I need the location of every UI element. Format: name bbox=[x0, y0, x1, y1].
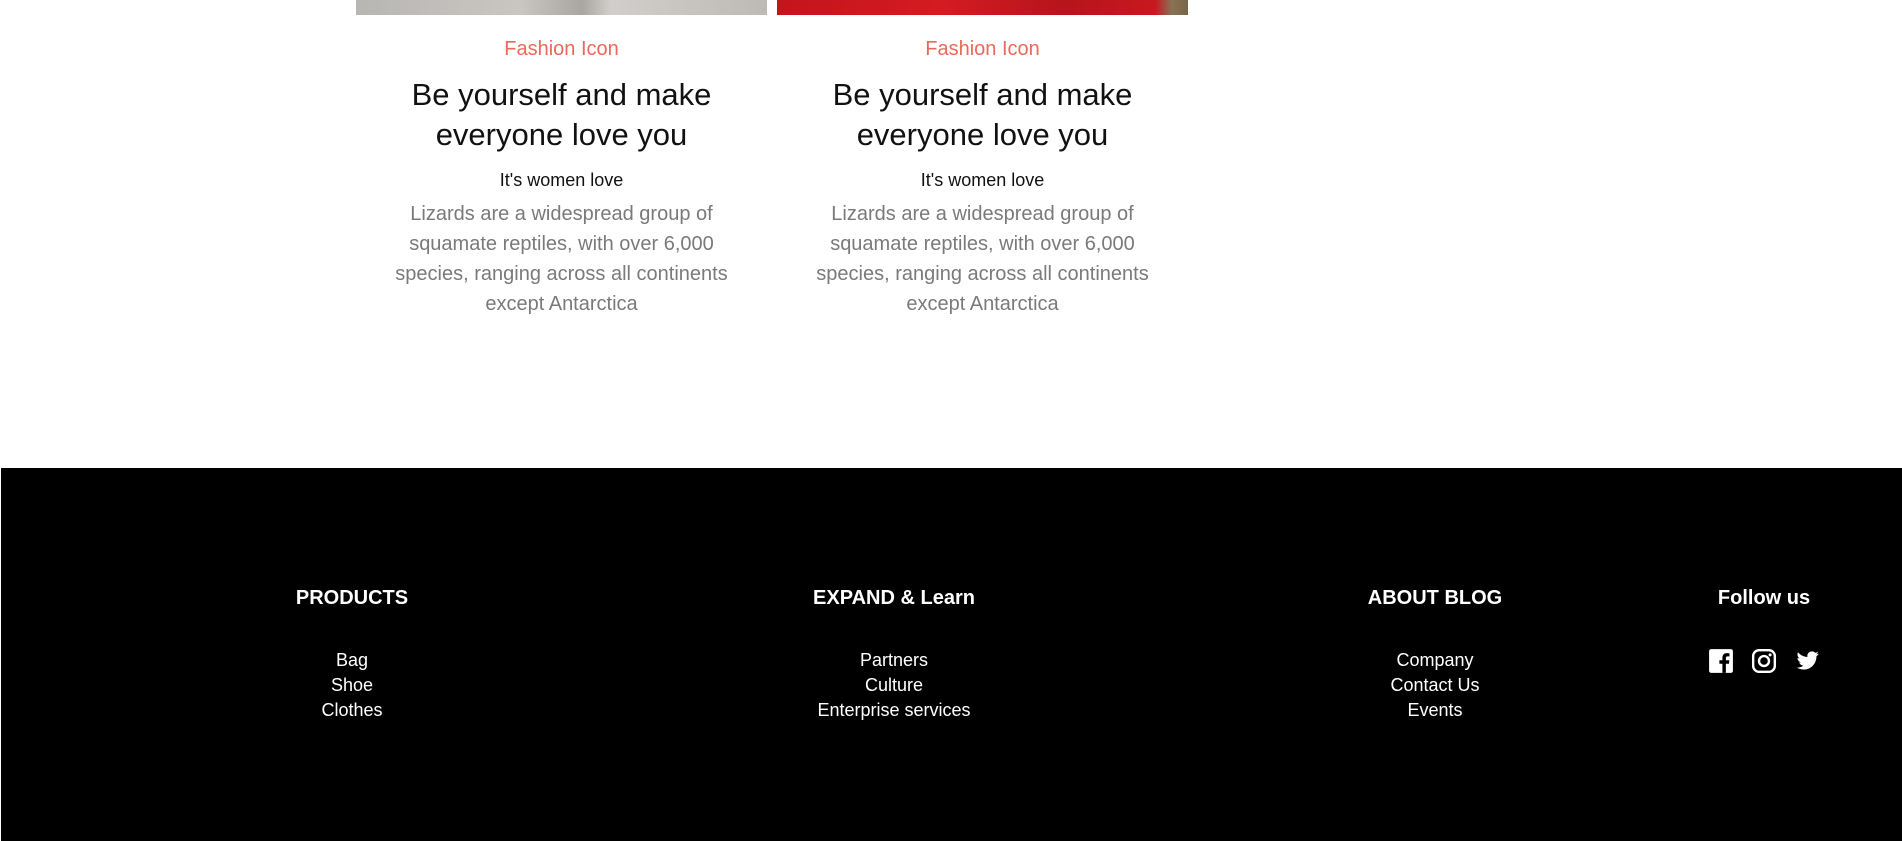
footer-links-expand: Partners Culture Enterprise services bbox=[813, 648, 975, 723]
footer-link-contact-us[interactable]: Contact Us bbox=[1368, 673, 1502, 698]
twitter-icon[interactable] bbox=[1794, 648, 1820, 674]
instagram-icon[interactable] bbox=[1751, 648, 1777, 674]
footer-heading-expand: EXPAND & Learn bbox=[813, 587, 975, 609]
card-subtitle: It's women love bbox=[499, 170, 624, 190]
footer-column-follow: Follow us bbox=[1708, 586, 1820, 674]
card-excerpt: Lizards are a widespread group of squama… bbox=[395, 203, 728, 315]
card-image[interactable] bbox=[356, 0, 767, 15]
card-subtitle: It's women love bbox=[920, 170, 1045, 190]
page: Fashion Icon Be yourself and make everyo… bbox=[0, 0, 1902, 841]
footer-heading-follow: Follow us bbox=[1717, 587, 1811, 609]
card-image[interactable] bbox=[777, 0, 1188, 15]
card-title[interactable]: Be yourself and make everyone love you bbox=[803, 75, 1163, 155]
footer-column-products: PRODUCTS Bag Shoe Clothes bbox=[296, 586, 408, 723]
footer-links-products: Bag Shoe Clothes bbox=[296, 648, 408, 723]
footer-link-bag[interactable]: Bag bbox=[296, 648, 408, 673]
social-links bbox=[1708, 648, 1820, 674]
footer-links-about: Company Contact Us Events bbox=[1368, 648, 1502, 723]
card-excerpt: Lizards are a widespread group of squama… bbox=[816, 203, 1149, 315]
card-title[interactable]: Be yourself and make everyone love you bbox=[382, 75, 742, 155]
footer: PRODUCTS Bag Shoe Clothes EXPAND & Learn… bbox=[1, 468, 1902, 841]
footer-link-company[interactable]: Company bbox=[1368, 648, 1502, 673]
footer-column-about: ABOUT BLOG Company Contact Us Events bbox=[1368, 586, 1502, 723]
footer-link-enterprise-services[interactable]: Enterprise services bbox=[813, 698, 975, 723]
footer-link-shoe[interactable]: Shoe bbox=[296, 673, 408, 698]
footer-column-expand: EXPAND & Learn Partners Culture Enterpri… bbox=[813, 586, 975, 723]
footer-link-events[interactable]: Events bbox=[1368, 698, 1502, 723]
facebook-icon[interactable] bbox=[1708, 648, 1734, 674]
article-card[interactable]: Fashion Icon Be yourself and make everyo… bbox=[777, 0, 1188, 319]
footer-heading-about: ABOUT BLOG bbox=[1367, 587, 1503, 609]
article-card[interactable]: Fashion Icon Be yourself and make everyo… bbox=[356, 0, 767, 319]
footer-link-culture[interactable]: Culture bbox=[813, 673, 975, 698]
card-category: Fashion Icon bbox=[925, 38, 1040, 60]
footer-link-partners[interactable]: Partners bbox=[813, 648, 975, 673]
footer-link-clothes[interactable]: Clothes bbox=[296, 698, 408, 723]
card-category: Fashion Icon bbox=[504, 38, 619, 60]
footer-heading-products: PRODUCTS bbox=[295, 587, 409, 609]
